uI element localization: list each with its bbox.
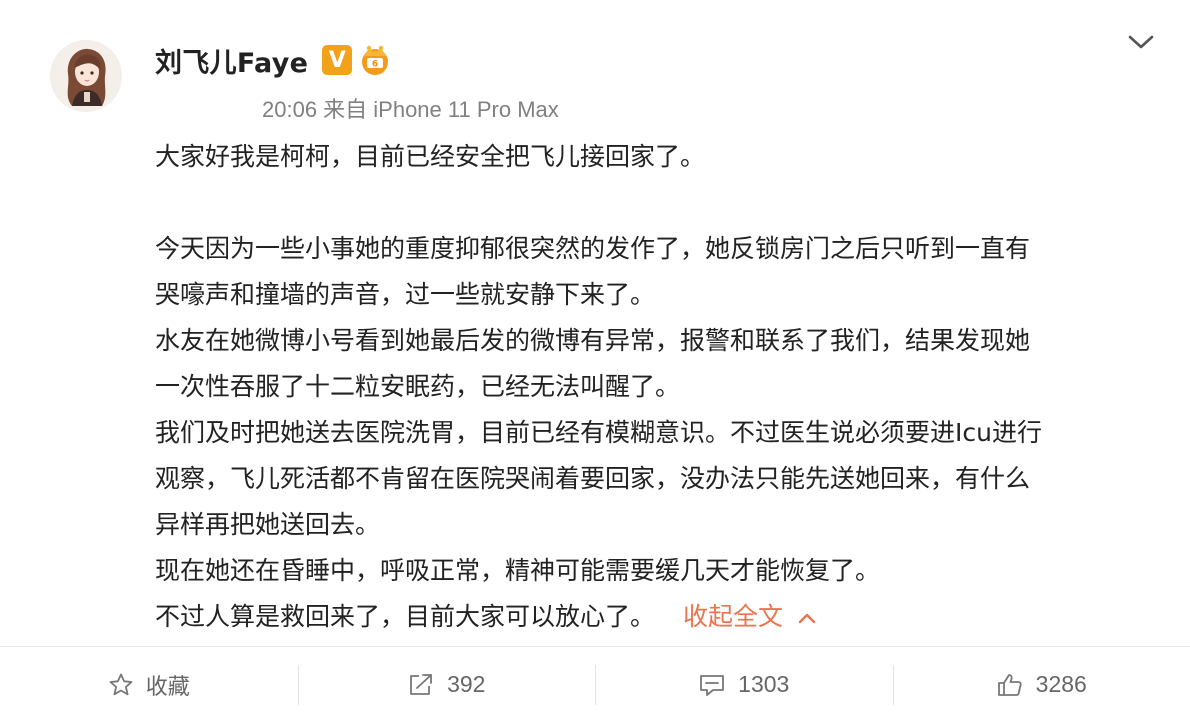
comment-count: 1303 — [738, 671, 790, 697]
author-row: 刘飞儿Faye V 6 — [155, 40, 392, 80]
post-last-line: 不过人算是救回来了，目前大家可以放心了。 收起全文 — [155, 594, 1165, 640]
crown-icon: 6 — [362, 45, 389, 75]
avatar-illustration — [50, 40, 122, 112]
collapse-label: 收起全文 — [683, 602, 784, 631]
favorite-label: 收藏 — [145, 674, 190, 700]
repost-count: 392 — [447, 671, 486, 697]
post-line: 异样再把她送回去。 — [155, 510, 381, 539]
post-line-blank — [155, 180, 1165, 226]
chevron-up-icon — [798, 613, 816, 624]
post-line: 不过人算是救回来了，目前大家可以放心了。 — [155, 602, 656, 631]
post-line: 现在她还在昏睡中，呼吸正常，精神可能需要缓几天才能恢复了。 — [155, 556, 881, 585]
post-meta: 20:06 来自 iPhone 11 Pro Max — [262, 97, 559, 122]
post-line: 我们及时把她送去医院洗胃，目前已经有模糊意识。不过医生说必须要进Icu进行 — [155, 418, 1042, 447]
svg-text:6: 6 — [372, 60, 378, 70]
author-name[interactable]: 刘飞儿Faye — [155, 41, 308, 80]
post-line: 一次性吞服了十二粒安眠药，已经无法叫醒了。 — [155, 372, 681, 401]
star-icon — [109, 673, 133, 695]
post-line: 哭嚎声和撞墙的声音，过一些就安静下来了。 — [155, 280, 656, 309]
chevron-down-icon[interactable] — [1124, 30, 1158, 54]
action-bar: 收藏 392 1303 3286 — [0, 647, 1190, 722]
weibo-post-card: 刘飞儿Faye V 6 20:06 来自 iPhone 11 Pro Max 大… — [0, 0, 1190, 722]
repost-button[interactable]: 392 — [297, 647, 596, 722]
post-line: 大家好我是柯柯，目前已经安全把飞儿接回家了。 — [155, 142, 706, 171]
post-body: 大家好我是柯柯，目前已经安全把飞儿接回家了。 今天因为一些小事她的重度抑郁很突然… — [155, 134, 1165, 640]
collapse-full-text-link[interactable]: 收起全文 — [683, 602, 817, 631]
post-line: 今天因为一些小事她的重度抑郁很突然的发作了，她反锁房门之后只听到一直有 — [155, 234, 1031, 263]
post-line: 水友在她微博小号看到她最后发的微博有异常，报警和联系了我们，结果发现她 — [155, 326, 1031, 355]
thumbs-up-icon — [997, 673, 1022, 696]
comment-button[interactable]: 1303 — [595, 647, 893, 722]
like-button[interactable]: 3286 — [892, 647, 1190, 722]
like-count: 3286 — [1035, 671, 1087, 697]
favorite-button[interactable]: 收藏 — [0, 647, 298, 722]
verified-v-icon: V — [322, 45, 353, 75]
comment-icon — [700, 674, 725, 696]
share-icon — [410, 673, 432, 695]
avatar[interactable] — [50, 40, 122, 112]
post-line: 观察，飞儿死活都不肯留在医院哭闹着要回家，没办法只能先送她回来，有什么 — [155, 464, 1031, 493]
